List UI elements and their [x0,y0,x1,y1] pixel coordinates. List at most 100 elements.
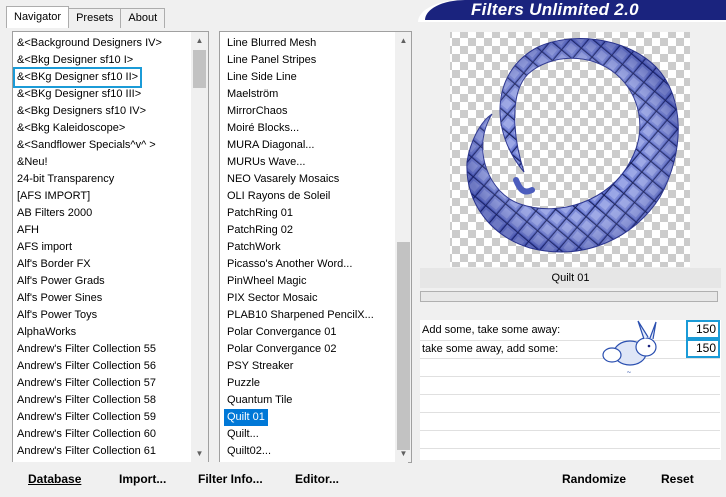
filter-scrollbar[interactable]: ▲ ▼ [395,32,411,462]
category-list-item[interactable]: &<Background Designers IV> [13,35,191,52]
category-item-label: &<Bkg Kaleidoscope> [17,122,126,134]
tab-presets[interactable]: Presets [68,8,122,28]
param-label-1: Add some, take some away: [422,324,561,336]
filter-list-item[interactable]: OLI Rayons de Soleil [223,188,396,205]
category-item-label: [AFS IMPORT] [17,190,91,202]
category-item-label: 24-bit Transparency [17,173,115,185]
scroll-down-arrow-icon[interactable]: ▼ [395,445,411,462]
category-list-item[interactable]: Alf's Power Toys [13,307,191,324]
filter-list-item[interactable]: PinWheel Magic [223,273,396,290]
editor-button[interactable]: Editor... [295,470,339,488]
filter-list-item[interactable]: MURA Diagonal... [223,137,396,154]
category-list[interactable]: &<Background Designers IV> &<Bkg Designer… [12,31,209,463]
filter-item-label: Moiré Blocks... [227,122,300,134]
category-list-item[interactable]: &<BKg Designer sf10 III> [13,86,191,103]
param-divider [420,448,720,449]
randomize-button[interactable]: Randomize [562,470,626,488]
params-area [420,320,721,460]
category-list-item[interactable]: &<Bkg Kaleidoscope> [13,120,191,137]
category-list-item[interactable]: Alf's Power Sines [13,290,191,307]
category-item-label: Andrew's Filter Collection 56 [17,360,157,372]
filter-scroll-thumb[interactable] [397,242,410,450]
filter-item-label: Line Blurred Mesh [227,37,317,49]
filter-list-item[interactable]: NEO Vasarely Mosaics [223,171,396,188]
filter-list-item[interactable]: MURUs Wave... [223,154,396,171]
filter-item-label: PatchRing 01 [227,207,294,219]
category-list-item[interactable]: AlphaWorks [13,324,191,341]
filter-list-item[interactable]: Line Panel Stripes [223,52,396,69]
filter-list-item[interactable]: Quilt 01 [223,409,396,426]
tab-bar: Navigator Presets About [6,6,166,28]
filter-list-item[interactable]: Moiré Blocks... [223,120,396,137]
category-list-item[interactable]: &Neu! [13,154,191,171]
filter-list-item[interactable]: Maelström [223,86,396,103]
category-list-item[interactable]: &<Bkg Designer sf10 I> [13,52,191,69]
category-item-label: Alf's Power Toys [17,309,98,321]
category-list-item[interactable]: Andrew's Filter Collection 61 [13,443,191,460]
filter-list-item[interactable]: Quantum Tile [223,392,396,409]
tab-navigator[interactable]: Navigator [6,6,70,28]
filter-list[interactable]: Line Blurred Mesh Line Panel Stripes Line … [219,31,412,463]
tab-about[interactable]: About [120,8,166,28]
filter-list-item[interactable]: PIX Sector Mosaic [223,290,396,307]
preview-image [450,32,690,270]
param-value-1[interactable]: 150 [686,320,720,339]
filter-list-item[interactable]: Line Side Line [223,69,396,86]
filter-list-item[interactable]: PLAB10 Sharpened PencilX... [223,307,396,324]
category-list-item[interactable]: &<BKg Designer sf10 II> [13,67,191,88]
category-list-item[interactable]: Andrew's Filter Collection 56 [13,358,191,375]
category-item-label: Alf's Power Sines [17,292,103,304]
category-item-label: Andrew's Filter Collection 58 [17,394,157,406]
filter-item-label: Quilt... [227,428,259,440]
filter-item-label: MURA Diagonal... [227,139,315,151]
filter-list-item[interactable]: Puzzle [223,375,396,392]
filter-item-label: Polar Convergance 02 [227,343,337,355]
filter-list-item[interactable]: Line Blurred Mesh [223,35,396,52]
category-item-label: Alf's Border FX [17,258,91,270]
category-scroll-thumb[interactable] [193,50,206,88]
scroll-up-arrow-icon[interactable]: ▲ [395,32,411,49]
filter-info-button[interactable]: Filter Info... [198,470,263,488]
scroll-down-arrow-icon[interactable]: ▼ [191,445,208,462]
param-value-2[interactable]: 150 [686,339,720,358]
filter-item-label: Maelström [227,88,279,100]
filter-list-item[interactable]: PatchRing 01 [223,205,396,222]
category-list-item[interactable]: Alf's Border FX [13,256,191,273]
filter-list-item[interactable]: PSY Streaker [223,358,396,375]
filter-list-item[interactable]: Polar Convergance 01 [223,324,396,341]
category-list-item[interactable]: Andrew's Filter Collection 57 [13,375,191,392]
scroll-up-arrow-icon[interactable]: ▲ [191,32,208,49]
filter-list-item[interactable]: MirrorChaos [223,103,396,120]
preview-area [420,22,721,270]
category-scrollbar[interactable]: ▲ ▼ [191,32,208,462]
category-item-label: &<Background Designers IV> [17,37,162,49]
category-list-item[interactable]: AFS import [13,239,191,256]
category-list-item[interactable]: Andrew's Filter Collection 59 [13,409,191,426]
param-divider [420,376,720,377]
category-list-item[interactable]: AB Filters 2000 [13,205,191,222]
filter-list-item[interactable]: Picasso's Another Word... [223,256,396,273]
category-list-item[interactable]: AFH [13,222,191,239]
filter-list-item[interactable]: PatchRing 02 [223,222,396,239]
category-list-item[interactable]: Andrew's Filter Collection 55 [13,341,191,358]
param-divider [420,394,720,395]
category-item-label: Andrew's Filter Collection 60 [17,428,157,440]
category-list-item[interactable]: [AFS IMPORT] [13,188,191,205]
database-button[interactable]: Database [28,470,81,488]
reset-button[interactable]: Reset [661,470,694,488]
category-list-item[interactable]: Andrew's Filter Collection 58 [13,392,191,409]
filter-list-item[interactable]: PatchWork [223,239,396,256]
category-list-item[interactable]: &<Bkg Designers sf10 IV> [13,103,191,120]
category-list-item[interactable]: Alf's Power Grads [13,273,191,290]
filter-item-label: Line Panel Stripes [227,54,317,66]
filter-list-item[interactable]: Quilt... [223,426,396,443]
category-list-item[interactable]: Andrew's Filter Collection 60 [13,426,191,443]
filter-item-label: Polar Convergance 01 [227,326,337,338]
filter-item-label: Picasso's Another Word... [227,258,353,270]
category-list-item[interactable]: &<Sandflower Specials^v^ > [13,137,191,154]
import-button[interactable]: Import... [119,470,166,488]
category-list-item[interactable]: 24-bit Transparency [13,171,191,188]
filter-list-item[interactable]: Quilt02... [223,443,396,460]
filter-item-label: Line Side Line [227,71,297,83]
filter-list-item[interactable]: Polar Convergance 02 [223,341,396,358]
